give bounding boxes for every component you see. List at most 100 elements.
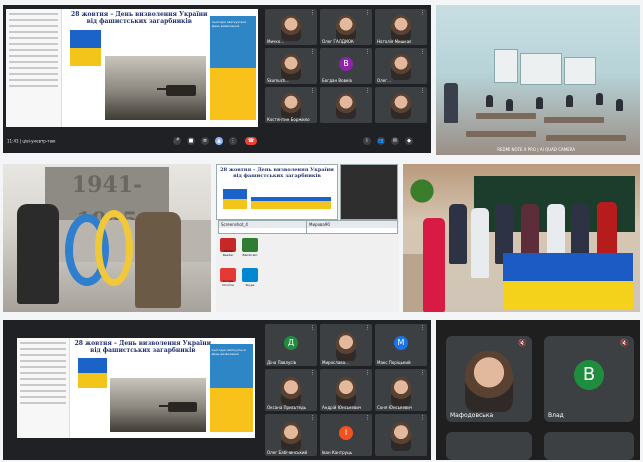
participant-name: Мирослава… bbox=[322, 360, 350, 365]
participant-tile[interactable]: B ⋮ Богдан Вовків bbox=[320, 48, 372, 84]
participant-video bbox=[390, 376, 412, 406]
participant-tile[interactable] bbox=[446, 432, 532, 460]
wall-poster bbox=[520, 53, 562, 85]
war-photo bbox=[104, 56, 207, 120]
activities-icon[interactable]: ◆ bbox=[405, 137, 413, 146]
desktop-app-label: Skype bbox=[245, 283, 255, 287]
video-window bbox=[340, 164, 398, 220]
student bbox=[566, 95, 573, 107]
slide-title: 28 жовтня – День визволення України від ф… bbox=[220, 167, 334, 179]
people-icon[interactable]: 👥 bbox=[377, 137, 385, 146]
war-photo bbox=[110, 378, 207, 432]
participant-name: Макс Поріцький bbox=[377, 360, 411, 365]
participant-tile[interactable]: I ⋮ Іван Кантруць bbox=[320, 414, 372, 456]
participant-video bbox=[280, 421, 302, 451]
desktop-app-label: Bandicam bbox=[242, 253, 258, 257]
participant-name: Мичко… bbox=[267, 39, 285, 44]
slide-sidebar bbox=[6, 9, 63, 127]
participant-name: Костянтин Боржило bbox=[267, 117, 310, 122]
participant-tile[interactable]: ⋮ Skumuch… bbox=[265, 48, 317, 84]
mic-off-icon: ⋮ bbox=[420, 370, 425, 376]
student bbox=[616, 99, 623, 111]
mic-off-icon: ⋮ bbox=[420, 49, 425, 55]
desktop-app-icon[interactable]: Google Chrome bbox=[220, 268, 236, 287]
window-title: Screenshot_4 bbox=[221, 222, 248, 227]
participant-tile[interactable]: ⋮ Мирослава… bbox=[320, 324, 372, 366]
student bbox=[486, 95, 493, 107]
mic-off-icon: 🔇 bbox=[518, 339, 527, 347]
participant-tile[interactable]: ⋮ Наталія Мишкає bbox=[375, 9, 427, 45]
participant-name: Олег Бабічинський bbox=[267, 450, 308, 455]
participant-tile[interactable]: Д ⋮ Діна Павлусів bbox=[265, 324, 317, 366]
student bbox=[536, 97, 543, 109]
flag-image bbox=[77, 358, 107, 388]
participant-video bbox=[280, 93, 302, 119]
participant-tile[interactable]: ⋮ Олег… bbox=[375, 48, 427, 84]
participant-tile[interactable]: ⋮ bbox=[375, 414, 427, 456]
mic-off-icon: ⋮ bbox=[365, 49, 370, 55]
mic-off-icon: ⋮ bbox=[420, 325, 425, 331]
meeting-time: 11:43 | ціві-уневтр-таю bbox=[7, 138, 56, 144]
poster: Сьогодні святкується День визволення bbox=[209, 344, 254, 432]
participant-tile[interactable]: ⋮ bbox=[375, 87, 427, 123]
ukraine-flag bbox=[502, 252, 633, 310]
present-button[interactable]: ▲ bbox=[215, 137, 223, 146]
participant-tile[interactable] bbox=[544, 432, 634, 460]
participant-tile[interactable]: 🔇 Мафодовська bbox=[446, 336, 532, 422]
participant-name: Мафодовська bbox=[450, 412, 494, 419]
mobile-meet-panel: 🔇 Мафодовська B 🔇 Влад bbox=[436, 320, 640, 460]
participant-tile[interactable]: ⋮ Соня Юнськевич bbox=[375, 369, 427, 411]
desktop-app-label: Google Chrome bbox=[222, 279, 234, 287]
group-with-flag-photo bbox=[403, 164, 640, 312]
participant-tile[interactable]: ⋮ Олег ГАЛДИОК bbox=[320, 9, 372, 45]
participant-tile[interactable]: ⋮ Олег Бабічинський bbox=[265, 414, 317, 456]
teacher bbox=[423, 218, 445, 312]
participant-video bbox=[390, 421, 412, 451]
mic-off-icon: ⋮ bbox=[310, 415, 315, 421]
participant-video bbox=[280, 54, 302, 80]
student bbox=[471, 208, 489, 278]
slide-sidebar bbox=[17, 338, 71, 438]
desktop-screenshot: 28 жовтня – День визволення України від ф… bbox=[216, 164, 399, 312]
participant-tile[interactable]: ⋮ bbox=[320, 87, 372, 123]
meet-controls-bar: 11:43 | ціві-уневтр-таю 🎤 ■ ≡ ▲ ⋮ ☎ i 👥 … bbox=[3, 129, 431, 153]
mic-off-icon: ⋮ bbox=[365, 325, 370, 331]
desktop-app-icon[interactable]: Skype bbox=[242, 268, 258, 287]
participant-tile[interactable]: B 🔇 Влад bbox=[544, 336, 634, 422]
participant-video bbox=[335, 376, 357, 406]
mic-button[interactable]: 🎤 bbox=[173, 137, 181, 146]
participant-name: Оксана Присьтедь bbox=[267, 405, 307, 410]
participant-name: Олег… bbox=[377, 78, 392, 83]
participant-tile[interactable]: M ⋮ Макс Поріцький bbox=[375, 324, 427, 366]
participant-avatar: I bbox=[339, 425, 353, 440]
desk bbox=[546, 135, 626, 141]
desktop-app-icon[interactable]: Bandicam bbox=[242, 238, 258, 257]
camera-button[interactable]: ■ bbox=[187, 137, 195, 146]
mic-off-icon: ⋮ bbox=[365, 370, 370, 376]
participant-tile[interactable]: ⋮ Мичко… bbox=[265, 9, 317, 45]
plant bbox=[405, 168, 439, 214]
wreath bbox=[95, 210, 133, 286]
info-icon[interactable]: i bbox=[363, 137, 371, 146]
chat-icon[interactable]: ✉ bbox=[391, 137, 399, 146]
mic-off-icon: ⋮ bbox=[365, 10, 370, 16]
meet-panel-top: 28 жовтня – День визволення України від ф… bbox=[3, 5, 431, 153]
person bbox=[135, 212, 181, 308]
desktop-app-icon[interactable]: Adobe Reader bbox=[220, 238, 236, 257]
participant-video bbox=[335, 93, 357, 119]
participant-tile[interactable]: ⋮ Андрій Юнськевич bbox=[320, 369, 372, 411]
participant-tile[interactable]: ⋮ Оксана Присьтедь bbox=[265, 369, 317, 411]
slide-content: 28 жовтня – День визволення України від ф… bbox=[66, 9, 258, 127]
wall-poster bbox=[564, 57, 596, 85]
mic-off-icon: ⋮ bbox=[310, 370, 315, 376]
desktop-app-label: Adobe Reader bbox=[222, 249, 234, 257]
shared-slide: 28 жовтня – День визволення України від ф… bbox=[17, 338, 255, 438]
participant-avatar: B bbox=[574, 359, 604, 390]
leave-call-button[interactable]: ☎ bbox=[245, 137, 257, 146]
participant-name: Влад bbox=[548, 412, 564, 419]
mic-off-icon: ⋮ bbox=[365, 88, 370, 94]
captions-button[interactable]: ≡ bbox=[201, 137, 209, 146]
mic-off-icon: ⋮ bbox=[365, 415, 370, 421]
participant-tile[interactable]: ⋮ Костянтин Боржило bbox=[265, 87, 317, 123]
more-button[interactable]: ⋮ bbox=[229, 137, 237, 146]
